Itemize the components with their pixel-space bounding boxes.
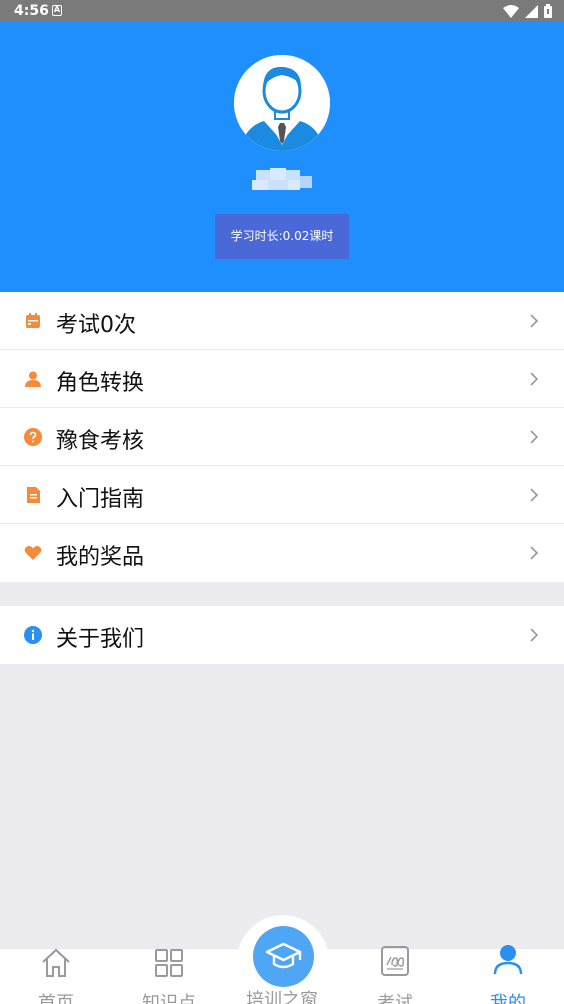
chevron-right-icon xyxy=(530,488,539,502)
menu-item-label: 考试0次 xyxy=(56,313,136,338)
avatar[interactable] xyxy=(234,55,330,151)
status-time: 4:56 xyxy=(14,3,49,19)
tab-label: 首页 xyxy=(38,993,74,1004)
chevron-right-icon xyxy=(530,546,539,560)
status-icons xyxy=(503,4,552,18)
notification-icon: A xyxy=(52,5,62,16)
profile-icon xyxy=(493,945,523,975)
calendar-icon xyxy=(26,313,40,328)
menu-list: 考试0次 角色转换 豫食考核 入门指南 我的奖品 xyxy=(0,292,564,582)
document-icon xyxy=(27,487,40,503)
user-avatar-icon xyxy=(234,55,330,151)
menu-item-label: 角色转换 xyxy=(56,371,145,396)
tab-label: 考试 xyxy=(377,993,413,1004)
tab-label: 知识点 xyxy=(142,993,196,1004)
tab-knowledge[interactable]: 知识点 xyxy=(113,949,225,1004)
about-section: 关于我们 xyxy=(0,606,564,664)
menu-item-label: 关于我们 xyxy=(56,627,145,652)
tab-training-label: 培训之窗 xyxy=(246,990,318,1004)
graduation-cap-icon xyxy=(265,942,302,969)
menu-item-label: 入门指南 xyxy=(56,487,145,512)
menu-item-prizes[interactable]: 我的奖品 xyxy=(0,524,564,582)
profile-header: 学习时长:0.02课时 xyxy=(0,22,564,292)
menu-item-exams[interactable]: 考试0次 xyxy=(0,292,564,350)
heart-icon xyxy=(24,546,42,560)
username-blurred xyxy=(252,168,312,192)
menu-item-label: 豫食考核 xyxy=(56,429,145,454)
menu-item-role-switch[interactable]: 角色转换 xyxy=(0,350,564,408)
wifi-icon xyxy=(503,4,519,18)
tab-label: 我的 xyxy=(490,993,526,1004)
person-icon xyxy=(25,371,41,387)
tab-training[interactable] xyxy=(253,926,314,987)
chevron-right-icon xyxy=(530,372,539,386)
menu-item-guide[interactable]: 入门指南 xyxy=(0,466,564,524)
info-icon xyxy=(24,626,42,644)
menu-item-assessment[interactable]: 豫食考核 xyxy=(0,408,564,466)
status-bar: 4:56 A xyxy=(0,0,564,22)
chevron-right-icon xyxy=(530,314,539,328)
chevron-right-icon xyxy=(530,628,539,642)
study-time-badge[interactable]: 学习时长:0.02课时 xyxy=(215,214,349,259)
menu-item-label: 我的奖品 xyxy=(56,545,145,570)
menu-item-about[interactable]: 关于我们 xyxy=(0,606,564,664)
tab-exam[interactable]: 考试 xyxy=(339,946,451,1004)
chevron-right-icon xyxy=(530,430,539,444)
tab-home[interactable]: 首页 xyxy=(0,948,112,1004)
question-icon xyxy=(24,428,42,446)
home-icon xyxy=(42,948,70,977)
tab-mine[interactable]: 我的 xyxy=(452,945,564,1004)
exam-paper-icon xyxy=(381,946,409,976)
battery-icon xyxy=(544,4,552,18)
grid-icon xyxy=(155,949,183,977)
signal-icon xyxy=(525,4,538,18)
